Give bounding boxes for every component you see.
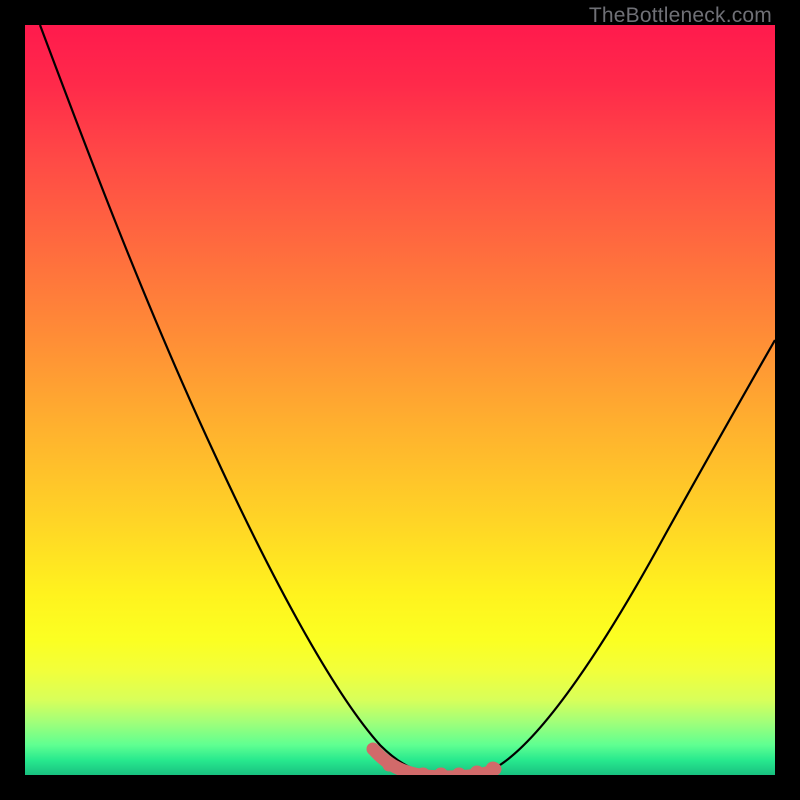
bottleneck-curve xyxy=(40,25,775,775)
curve-layer xyxy=(25,25,775,775)
outer-frame: TheBottleneck.com xyxy=(0,0,800,800)
flat-bottom-markers xyxy=(367,743,500,775)
plot-area xyxy=(25,25,775,775)
